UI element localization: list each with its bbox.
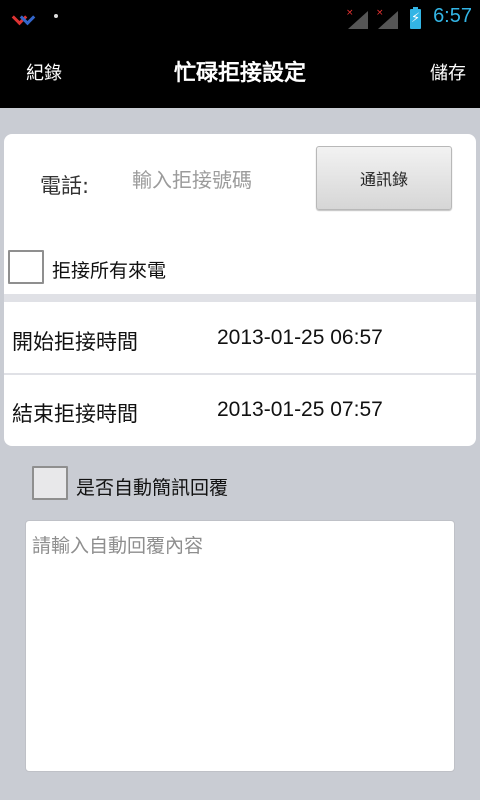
page-title: 忙碌拒接設定 (173, 61, 306, 86)
svg-text:×: × (376, 8, 384, 18)
save-button[interactable]: 儲存 (430, 59, 466, 85)
signal-no-service-icon: × (376, 7, 400, 29)
settings-card: 電話: 通訊錄 拒接所有來電 開始拒接時間 2013-01-25 06:57 結… (4, 134, 476, 446)
auto-reply-textarea[interactable] (25, 520, 455, 772)
status-bar: × × ⚡ 6:57 (0, 0, 480, 33)
contacts-button[interactable]: 通訊錄 (316, 146, 452, 210)
reject-all-checkbox[interactable] (8, 250, 44, 284)
svg-text:×: × (346, 8, 354, 18)
notification-area (14, 10, 58, 22)
title-bar: 紀錄 忙碌拒接設定 儲存 (0, 33, 480, 108)
auto-reply-checkbox[interactable] (32, 466, 68, 500)
reject-all-label: 拒接所有來電 (52, 260, 167, 282)
start-time-label: 開始拒接時間 (12, 330, 138, 354)
row-divider (4, 373, 476, 375)
phone-number-input[interactable] (132, 164, 312, 196)
battery-charging-icon: ⚡ (410, 7, 422, 29)
end-time-value[interactable]: 2013-01-25 07:57 (217, 398, 383, 422)
section-divider (4, 294, 476, 302)
status-time: 6:57 (433, 5, 472, 27)
log-button[interactable]: 紀錄 (26, 59, 62, 85)
start-time-value[interactable]: 2013-01-25 06:57 (217, 326, 383, 350)
bird-icon (14, 10, 34, 22)
status-indicators: × × ⚡ 6:57 (346, 3, 472, 29)
dot-icon (54, 14, 58, 18)
signal-no-service-icon: × (346, 7, 370, 29)
auto-reply-label: 是否自動簡訊回覆 (76, 477, 229, 499)
phone-label: 電話: (40, 174, 90, 198)
end-time-label: 結束拒接時間 (12, 402, 138, 426)
